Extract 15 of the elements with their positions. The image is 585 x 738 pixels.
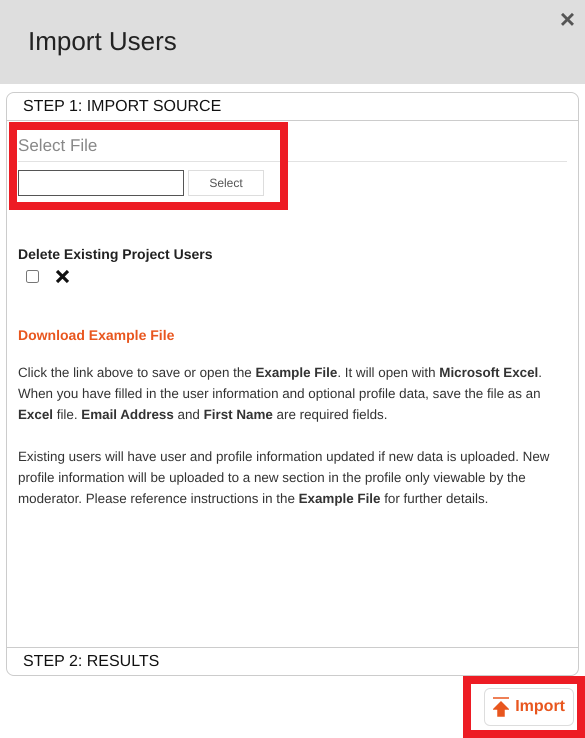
step-header[interactable]: STEP 2: RESULTS [7, 647, 578, 675]
section-heading: Select File [18, 133, 567, 162]
select-button[interactable]: Select [188, 170, 264, 196]
paragraph: Click the link above to save or open the Example File. It will open with Microsoft Excel. When you have filled in the user information and optional profile data, save the file as an Excel file. Email Address and First Name are required fields. [18, 364, 544, 424]
dialog-title: Import Users [28, 26, 177, 58]
paragraph: Existing users will have user and profile information updated if new data is uploaded. New profile information will be uploaded to a new section in the profile only viewable by the moderator. Please reference instructions in the Example File for further details. [18, 448, 550, 508]
upload-icon [493, 697, 510, 717]
step-header[interactable]: STEP 1: IMPORT SOURCE [7, 93, 578, 121]
cross-icon [55, 268, 70, 284]
download-link[interactable]: Download Example File [18, 326, 174, 342]
import-button[interactable]: Import [484, 688, 574, 726]
file-input-field[interactable] [18, 170, 184, 196]
checkbox[interactable] [26, 270, 39, 282]
close-button[interactable]: × [558, 6, 577, 32]
field-label: Delete Existing Project Users [18, 244, 214, 264]
